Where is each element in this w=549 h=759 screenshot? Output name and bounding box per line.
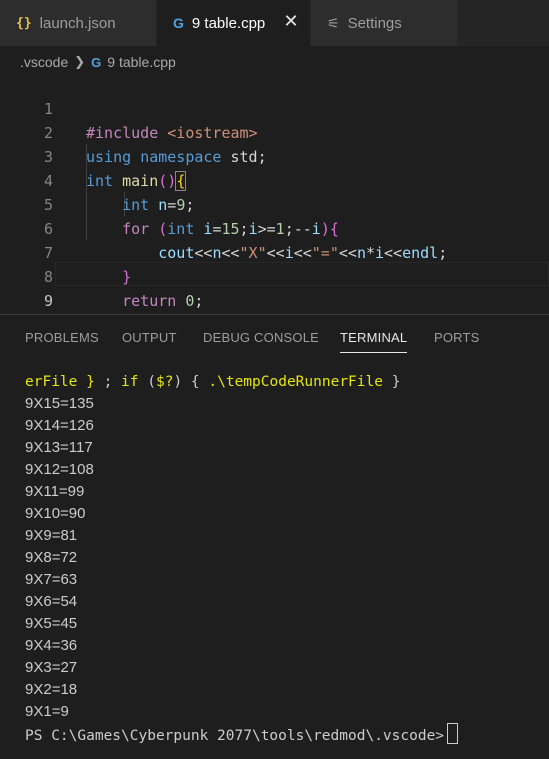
terminal-output-line: 9X2=18 bbox=[25, 681, 78, 698]
tab-output[interactable]: OUTPUT bbox=[122, 330, 177, 345]
terminal-output-line: 9X13=117 bbox=[25, 439, 93, 456]
tab-debug-console[interactable]: DEBUG CONSOLE bbox=[203, 330, 319, 345]
tab-problems[interactable]: PROBLEMS bbox=[25, 330, 99, 345]
close-icon[interactable]: ✕ bbox=[282, 12, 300, 30]
code-line: 4 int n=9; bbox=[0, 145, 549, 214]
settings-sliders-icon: ⚟ bbox=[327, 14, 340, 31]
tab-9-table-cpp[interactable]: G 9 table.cpp ✕ bbox=[157, 0, 310, 46]
tab-ports[interactable]: PORTS bbox=[434, 330, 480, 345]
tab-label: launch.json bbox=[39, 14, 116, 32]
breadcrumb-file[interactable]: 9 table.cpp bbox=[107, 54, 176, 70]
cpp-file-icon: G bbox=[173, 15, 184, 31]
code-line: 6 cout<<n<<"X"<<i<<"="<<n*i<<endl; bbox=[0, 193, 549, 262]
json-braces-icon: {} bbox=[16, 15, 32, 31]
code-line: 9 } bbox=[0, 265, 549, 335]
chevron-right-icon: ❯ bbox=[74, 54, 86, 69]
terminal-output-line: 9X14=126 bbox=[25, 417, 94, 434]
tab-label: 9 table.cpp bbox=[191, 14, 266, 32]
terminal-cursor bbox=[447, 723, 459, 744]
terminal[interactable]: erFile } ; if ($?) { .\tempCodeRunnerFil… bbox=[25, 371, 459, 745]
terminal-output-line: 9X9=81 bbox=[25, 527, 78, 544]
cpp-file-icon: G bbox=[91, 54, 102, 70]
tab-label: Settings bbox=[347, 14, 402, 32]
code-line: 10 bbox=[0, 289, 549, 334]
terminal-output-line: 9X5=45 bbox=[25, 615, 78, 632]
code-line: 3 int main(){ bbox=[0, 121, 549, 191]
breadcrumb-folder[interactable]: .vscode bbox=[20, 54, 68, 70]
terminal-command-line: erFile } ; if ($?) { .\tempCodeRunnerFil… bbox=[25, 374, 401, 390]
code-line: 8 return 0; bbox=[0, 241, 549, 310]
terminal-prompt: PS C:\Games\Cyberpunk 2077\tools\redmod\… bbox=[25, 728, 445, 744]
code-editor[interactable]: 1 #include <iostream> 2 using namespace … bbox=[0, 72, 549, 335]
bottom-panel: PROBLEMS OUTPUT DEBUG CONSOLE TERMINAL P… bbox=[0, 314, 549, 759]
tab-settings[interactable]: ⚟ Settings bbox=[311, 0, 457, 46]
breadcrumb: .vscode ❯ G 9 table.cpp bbox=[20, 51, 176, 73]
terminal-output-line: 9X1=9 bbox=[25, 703, 69, 720]
terminal-output-line: 9X6=54 bbox=[25, 593, 78, 610]
terminal-output-line: 9X11=99 bbox=[25, 483, 85, 500]
terminal-prompt-line: PS C:\Games\Cyberpunk 2077\tools\redmod\… bbox=[25, 723, 459, 745]
terminal-output-line: 9X4=36 bbox=[25, 637, 78, 654]
code-line: 1 #include <iostream> bbox=[0, 73, 549, 142]
editor-tab-bar: {} launch.json G 9 table.cpp ✕ ⚟ Setting… bbox=[0, 0, 549, 46]
code-line: 2 using namespace std; bbox=[0, 97, 549, 166]
tab-launch-json[interactable]: {} launch.json bbox=[0, 0, 156, 46]
terminal-output-line: 9X7=63 bbox=[25, 571, 78, 588]
terminal-output-line: 9X10=90 bbox=[25, 505, 86, 522]
terminal-output-line: 9X8=72 bbox=[25, 549, 78, 566]
terminal-output-line: 9X3=27 bbox=[25, 659, 78, 676]
tab-terminal[interactable]: TERMINAL bbox=[340, 330, 408, 353]
terminal-output-line: 9X15=135 bbox=[25, 395, 94, 412]
terminal-output-line: 9X12=108 bbox=[25, 461, 94, 478]
code-line: 5 for (int i=15;i>=1;--i){ bbox=[0, 169, 549, 238]
code-line: 7 } bbox=[0, 217, 549, 286]
panel-tab-bar: PROBLEMS OUTPUT DEBUG CONSOLE TERMINAL P… bbox=[0, 315, 549, 361]
